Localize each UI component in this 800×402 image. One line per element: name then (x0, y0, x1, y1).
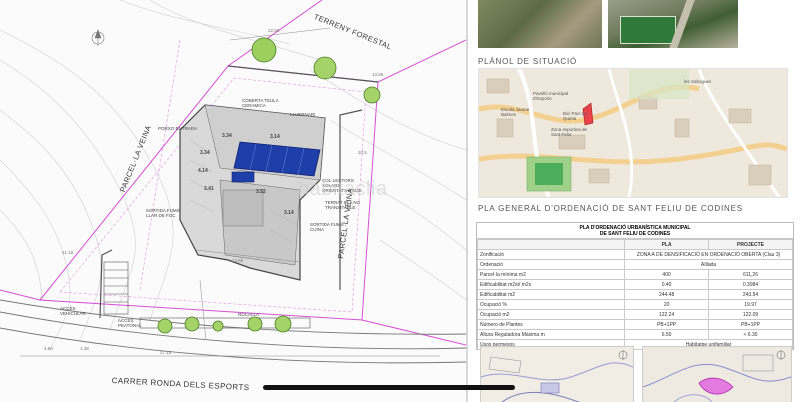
map-label: les Sabogues (684, 79, 712, 84)
row-pla-value: 122.24 (624, 309, 710, 320)
table-header-row: PLA PROJECTE (476, 239, 793, 250)
situation-map-svg (479, 69, 787, 197)
sortida-fum-cuina-label: SORTIDA FUMS CUINA (310, 222, 344, 232)
height-mark: 3.14 (270, 134, 280, 140)
height-mark: 4.14 (198, 168, 208, 174)
home-indicator-bar[interactable] (263, 385, 515, 390)
row-pla-value: 6.50 (624, 329, 710, 340)
row-projecte-value: 122.09 (708, 309, 793, 320)
row-label: Altura Reguladora Màxima m (476, 329, 626, 340)
map-label: Escola Jaume Balmes (501, 107, 530, 117)
table-title: PLA D'ORDENACIÓ URBANÍSTICA MUNICIPAL DE… (477, 223, 793, 239)
rocalla-label: ROCALLA (238, 312, 260, 317)
row-pla-value: 244.48 (624, 289, 710, 300)
height-mark: 3.34 (222, 133, 232, 139)
porxo-label: PORXO ENTRADA (158, 126, 198, 131)
row-label: Edificabilitat m2 (476, 289, 626, 300)
aerial-photo-2 (608, 0, 738, 48)
row-value: ZONA A DE DENSIFICACIÓ EN ORDENACIÓ OBER… (624, 249, 793, 260)
coberta-label: COBERTA TEULA CERAMICA (242, 98, 279, 108)
height-mark: 3.41 (204, 186, 214, 192)
site-plan-svg (0, 0, 466, 364)
situacio-title: PLÀNOL DE SITUACIÓ (478, 57, 578, 66)
dimension-label: 27.15 (160, 350, 172, 355)
zoning-map-1 (480, 346, 634, 402)
situation-map: les Sabogues Pavelló municipal d'Esports… (478, 68, 788, 198)
zoning-map-2-svg (643, 350, 791, 402)
zoning-map-2 (642, 346, 792, 402)
table-row: Edificabilitat m2st/ m2s 0.40 0.3984 (476, 279, 793, 290)
dimension-label: 22.50 (268, 28, 280, 33)
height-mark: 3.34 (200, 150, 210, 156)
height-mark: 3.52 (256, 189, 266, 195)
row-label: Ocupació % (476, 299, 626, 310)
table-row: Parcel·la mínima m2 400 611,26 (476, 269, 793, 280)
aerial-photo-1 (478, 0, 602, 48)
table-row: Ordenació Aïllada (476, 259, 793, 270)
row-label: Número de Plantes (476, 319, 626, 330)
terrat-label: TERRAT PLA NO TRANSITABLE (325, 200, 361, 210)
acces-vehicular-label: ACCÉS VEHICULAR (60, 306, 86, 316)
col-pla-header: PLA (624, 239, 710, 250)
row-projecte-value: PB+1PP (708, 319, 793, 330)
row-projecte-value: 611,26 (708, 269, 793, 280)
dimension-label: 13.86 (372, 72, 384, 77)
row-label: Ordenació (476, 259, 626, 270)
right-panel: PLÀNOL DE SITUACIÓ les Sabogues Pavelló … (468, 0, 800, 402)
acces-peatonal-label: ACCÉS PEATONAL (118, 318, 142, 328)
dimension-label: 21.18 (62, 250, 74, 255)
watermark-logo: habitaclia (298, 178, 388, 200)
row-pla-value: 400 (624, 269, 710, 280)
table-row: Ocupació m2 122.24 122.09 (476, 309, 793, 320)
row-label: Zonificació (476, 249, 626, 260)
dimension-label: 20.5 (358, 150, 367, 155)
header-blank (476, 239, 626, 250)
height-mark: 3.14 (284, 210, 294, 216)
pla-general-title: PLA GENERAL D'ORDENACIÓ DE SANT FELIU DE… (478, 204, 743, 213)
row-pla-value: 20 (624, 299, 710, 310)
map-label: Zona esportiva de Sant Feliu (551, 127, 588, 137)
screenshot-page: TERRENY FORESTAL PARCEL·LA VEINA PARCEL·… (0, 0, 800, 402)
table-title-line2: DE SANT FELIU DE CODINES (599, 231, 671, 237)
table-row: Edificabilitat m2 244.48 243.54 (476, 289, 793, 300)
table-row: Número de Plantes PB+1PP PB+1PP (476, 319, 793, 330)
row-label: Ocupació m2 (476, 309, 626, 320)
row-pla-value: 0.40 (624, 279, 710, 290)
table-row: Ocupació % 20 19.97 (476, 299, 793, 310)
table-row: Zonificació ZONA A DE DENSIFICACIÓ EN OR… (476, 249, 793, 260)
dimension-label: 4.60 (44, 346, 53, 351)
col-projecte-header: PROJECTE (708, 239, 793, 250)
row-projecte-value: 243.54 (708, 289, 793, 300)
table-row: Altura Reguladora Màxima m 6.50 < 6.30 (476, 329, 793, 340)
row-label: Edificabilitat m2st/ m2s (476, 279, 626, 290)
north-arrow-icon (91, 29, 105, 46)
zoning-map-1-svg (481, 350, 633, 402)
row-label: Parcel·la mínima m2 (476, 269, 626, 280)
dimension-label: 1.38 (80, 346, 89, 351)
sortida-fum-llar-label: SORTIDA FUMS LLAR DE FOC (146, 208, 180, 218)
urbanistic-table: PLA D'ORDENACIÓ URBANÍSTICA MUNICIPAL DE… (476, 222, 794, 350)
row-value: Aïllada (624, 259, 793, 270)
map-label: Pavelló municipal d'Esports (533, 91, 569, 101)
dimension-label: 12.60 (232, 258, 244, 263)
urbanistic-parameters-table: PLA PROJECTE Zonificació ZONA A DE DENSI… (476, 239, 793, 350)
row-projecte-value: 19.97 (708, 299, 793, 310)
row-projecte-value: 0.3984 (708, 279, 793, 290)
site-plan-drawing: TERRENY FORESTAL PARCEL·LA VEINA PARCEL·… (0, 0, 466, 402)
lluernari-label: LLUERNARI (290, 112, 316, 117)
row-pla-value: PB+1PP (624, 319, 710, 330)
row-projecte-value: < 6.30 (708, 329, 793, 340)
map-label: Bici Parc La Quinta (563, 111, 588, 121)
